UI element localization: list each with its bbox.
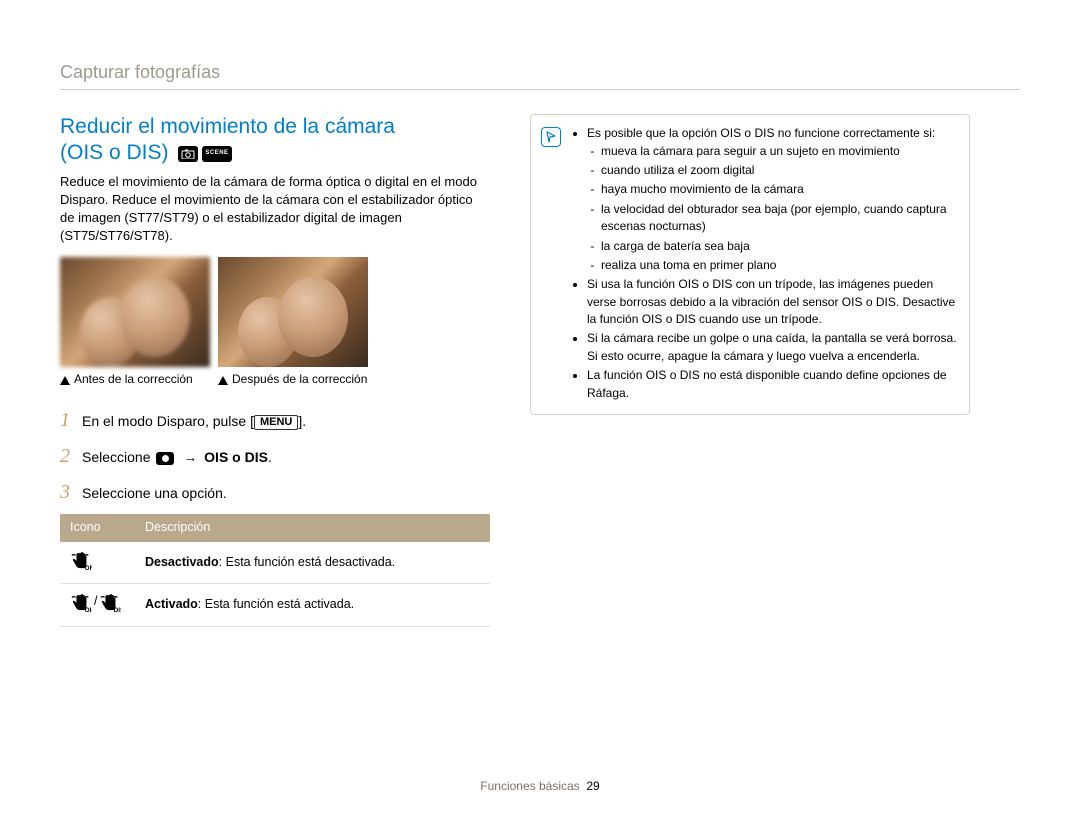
table-row: OIS / DIS Activado: Esta función está ac…	[60, 584, 490, 627]
step-number: 2	[60, 442, 72, 470]
menu-button-label: MENU	[254, 415, 298, 430]
footer-section: Funciones básicas	[480, 779, 579, 793]
section-title-line1: Reducir el movimiento de la cámara	[60, 115, 395, 138]
photo-before	[60, 257, 210, 367]
step-1: 1 En el modo Disparo, pulse [MENU].	[60, 406, 490, 434]
triangle-up-icon	[218, 376, 228, 385]
list-item: La función OIS o DIS no está disponible …	[587, 367, 957, 402]
note-icon	[541, 127, 561, 147]
triangle-up-icon	[60, 376, 70, 385]
list-item: Si usa la función OIS o DIS con un trípo…	[587, 276, 957, 328]
step-3: 3 Seleccione una opción.	[60, 478, 490, 506]
step-number: 3	[60, 478, 72, 506]
list-item: haya mucho movimiento de la cámara	[601, 181, 957, 198]
section-heading: Reducir el movimiento de la cámara (OIS …	[60, 114, 490, 167]
th-desc: Descripción	[135, 514, 490, 542]
camera-p-icon	[178, 146, 198, 162]
caption-after: Después de la corrección	[218, 371, 368, 388]
note-list: Es posible que la opción OIS o DIS no fu…	[571, 125, 957, 404]
th-icon: Icono	[60, 514, 135, 542]
svg-text:DIS: DIS	[114, 607, 121, 612]
hand-ois-dis-icon: OIS / DIS	[70, 592, 121, 612]
page-footer: Funciones básicas 29	[0, 778, 1080, 795]
right-column: Es posible que la opción OIS o DIS no fu…	[530, 114, 970, 415]
list-item: cuando utiliza el zoom digital	[601, 162, 957, 179]
svg-text:OIS: OIS	[85, 607, 92, 612]
scene-icon: SCENE	[202, 146, 231, 162]
page-number: 29	[586, 779, 599, 793]
table-row: OFF Desactivado: Esta función está desac…	[60, 542, 490, 584]
list-item: Es posible que la opción OIS o DIS no fu…	[587, 125, 957, 274]
step-2: 2 Seleccione → OIS o DIS.	[60, 442, 490, 470]
divider	[60, 89, 1020, 90]
intro-text: Reduce el movimiento de la cámara de for…	[60, 173, 490, 246]
hand-off-icon: OFF	[70, 550, 92, 570]
list-item: la carga de batería sea baja	[601, 238, 957, 255]
list-item: la velocidad del obturador sea baja (por…	[601, 201, 957, 236]
step-number: 1	[60, 406, 72, 434]
caption-before: Antes de la corrección	[60, 371, 210, 388]
list-item: mueva la cámara para seguir a un sujeto …	[601, 143, 957, 160]
note-box: Es posible que la opción OIS o DIS no fu…	[530, 114, 970, 415]
photo-after	[218, 257, 368, 367]
chapter-title: Capturar fotografías	[60, 60, 1020, 85]
manual-page: Capturar fotografías Reducir el movimien…	[0, 0, 1080, 815]
list-item: Si la cámara recibe un golpe o una caída…	[587, 330, 957, 365]
svg-text:OFF: OFF	[85, 565, 92, 570]
section-title-line2: (OIS o DIS)	[60, 141, 169, 164]
table-header-row: Icono Descripción	[60, 514, 490, 542]
left-column: Reducir el movimiento de la cámara (OIS …	[60, 114, 490, 627]
options-table: Icono Descripción OFF Desactivado: Esta …	[60, 514, 490, 627]
list-item: realiza una toma en primer plano	[601, 257, 957, 274]
camera-icon	[156, 452, 174, 465]
